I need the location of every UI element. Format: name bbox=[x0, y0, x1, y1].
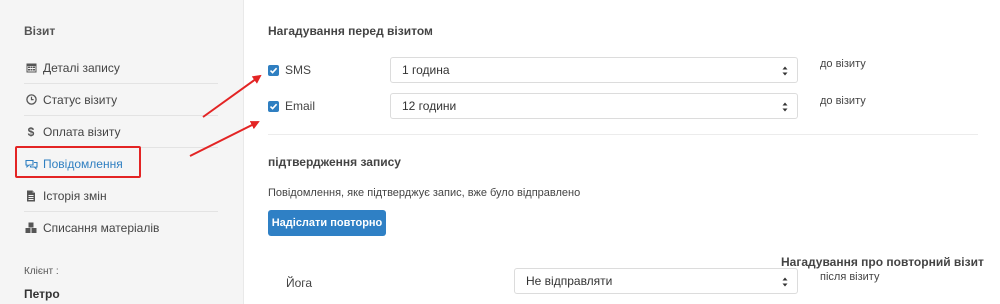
sms-label: SMS bbox=[285, 63, 312, 77]
sms-checkbox-row[interactable]: SMS bbox=[268, 63, 311, 77]
select-arrows-icon bbox=[782, 102, 788, 112]
confirmation-section-title: підтвердження запису bbox=[268, 155, 401, 169]
sidebar-item-status[interactable]: Статус візиту bbox=[24, 84, 218, 116]
dollar-icon: $ bbox=[27, 124, 35, 139]
email-checkbox[interactable] bbox=[268, 100, 279, 112]
confirmation-message: Повідомлення, яке підтверджує запис, вже… bbox=[268, 187, 581, 199]
reminder-section-title: Нагадування перед візитом bbox=[268, 24, 433, 38]
select-arrows-icon bbox=[782, 66, 788, 76]
clock-icon bbox=[24, 93, 38, 107]
sidebar: Візит Деталі запису Статус візиту $ Опла… bbox=[0, 0, 244, 304]
repeat-reminder-value: Не відправляти bbox=[526, 274, 613, 288]
email-checkbox-row[interactable]: Email bbox=[268, 99, 315, 113]
document-icon bbox=[24, 189, 38, 203]
sidebar-item-history[interactable]: Історія змін bbox=[24, 180, 218, 212]
sidebar-title: Візит bbox=[24, 24, 56, 38]
sidebar-item-label: Статус візиту bbox=[43, 92, 118, 107]
repeat-service-label: Йога bbox=[286, 276, 313, 290]
repeat-suffix: після візиту bbox=[820, 271, 880, 283]
resend-button[interactable]: Надіслати повторно bbox=[268, 210, 386, 236]
sidebar-item-payment[interactable]: $ Оплата візиту bbox=[24, 116, 218, 148]
sms-time-select[interactable]: 1 година bbox=[390, 57, 798, 83]
sidebar-item-label: Деталі запису bbox=[43, 60, 120, 75]
select-arrows-icon bbox=[782, 277, 788, 287]
sidebar-item-label: Оплата візиту bbox=[43, 124, 121, 139]
client-label: Клієнт : bbox=[24, 266, 59, 277]
sidebar-item-messages[interactable]: Повідомлення bbox=[24, 148, 218, 180]
email-time-value: 12 години bbox=[402, 99, 457, 113]
sidebar-item-label: Повідомлення bbox=[43, 157, 123, 171]
sidebar-item-details[interactable]: Деталі запису bbox=[24, 52, 218, 84]
email-label: Email bbox=[285, 99, 316, 113]
section-divider bbox=[268, 134, 978, 135]
email-suffix: до візиту bbox=[820, 95, 866, 107]
sidebar-item-label: Історія змін bbox=[43, 188, 107, 203]
calendar-icon bbox=[24, 61, 38, 75]
sidebar-item-label: Списання матеріалів bbox=[43, 221, 160, 235]
sms-checkbox[interactable] bbox=[268, 64, 279, 76]
chat-icon bbox=[24, 157, 38, 171]
email-time-select[interactable]: 12 години bbox=[390, 93, 798, 119]
cubes-icon bbox=[24, 221, 38, 235]
repeat-section-title: Нагадування про повторний візит bbox=[781, 255, 984, 269]
sms-time-value: 1 година bbox=[402, 63, 450, 77]
client-name: Петро bbox=[24, 287, 60, 301]
repeat-reminder-select[interactable]: Не відправляти bbox=[514, 268, 798, 294]
sidebar-item-materials[interactable]: Списання матеріалів bbox=[24, 212, 218, 244]
sms-suffix: до візиту bbox=[820, 58, 866, 70]
